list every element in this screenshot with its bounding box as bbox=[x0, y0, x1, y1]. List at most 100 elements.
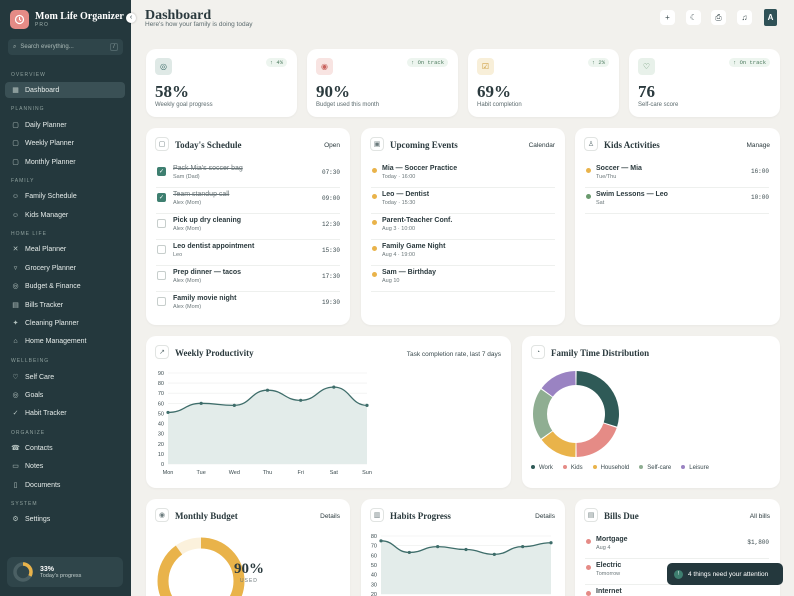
sidebar-item-bills-tracker[interactable]: ▤ Bills Tracker bbox=[5, 297, 125, 313]
search-input[interactable]: ⌕ Search everything... / bbox=[8, 39, 123, 55]
card-title: Bills Due bbox=[604, 511, 639, 521]
activity-days: Sat bbox=[596, 200, 605, 206]
sidebar-item-budget-finance[interactable]: ◎ Budget & Finance bbox=[5, 278, 125, 294]
avatar[interactable]: A bbox=[764, 9, 777, 26]
y-tick-label: 30 bbox=[371, 582, 377, 588]
stat-label: Self-care score bbox=[638, 102, 679, 108]
stat-card-habits: ☑ ↑ 2% 69% Habit completion bbox=[468, 49, 619, 117]
task-row[interactable]: Pick up dry cleaning Alex (Mom) 12:30 bbox=[156, 214, 340, 240]
bill-due: Tomorrow bbox=[596, 571, 621, 577]
event-row[interactable]: Sam — Birthday Aug 10 bbox=[371, 266, 555, 292]
calendar-link[interactable]: Calendar bbox=[529, 142, 555, 149]
theme-toggle-button[interactable]: ☾ bbox=[686, 10, 701, 25]
task-checkbox[interactable] bbox=[157, 219, 166, 228]
y-tick-label: 30 bbox=[158, 432, 164, 438]
sidebar-item-meal-planner[interactable]: ✕ Meal Planner bbox=[5, 241, 125, 257]
task-name: Prep dinner — tacos bbox=[173, 269, 242, 276]
sidebar-item-grocery-planner[interactable]: ▿ Grocery Planner bbox=[5, 260, 125, 276]
logo-icon bbox=[10, 10, 29, 29]
grid-icon: ▦ bbox=[12, 87, 19, 94]
x-tick-label: Tue bbox=[197, 470, 206, 476]
y-tick-label: 40 bbox=[371, 573, 377, 579]
printer-icon: ⎙ bbox=[715, 12, 722, 22]
sidebar-item-monthly-planner[interactable]: ▢ Monthly Planner bbox=[5, 154, 125, 170]
sidebar-item-documents[interactable]: ▯ Documents bbox=[5, 477, 125, 493]
utensils-icon: ✕ bbox=[12, 246, 19, 253]
stat-value: 69% bbox=[477, 82, 511, 101]
habits-chart: 20 30 40 50 60 70 80 bbox=[371, 534, 553, 596]
activity-row[interactable]: Swim Lessons — Leo Sat 10:00 bbox=[585, 188, 769, 214]
pie-slice bbox=[541, 431, 576, 457]
sidebar-item-kids-manager[interactable]: ☺ Kids Manager bbox=[5, 207, 125, 223]
notifications-button[interactable]: ♫ bbox=[737, 10, 752, 25]
search-icon: ⌕ bbox=[13, 43, 17, 50]
sidebar-item-cleaning-planner[interactable]: ✦ Cleaning Planner bbox=[5, 315, 125, 331]
legend-item: Leisure bbox=[681, 465, 709, 471]
pie-slice bbox=[576, 371, 619, 427]
stat-label: Budget used this month bbox=[316, 102, 380, 108]
events-card: ▣ Upcoming Events Calendar Mia — Soccer … bbox=[361, 128, 565, 325]
legend-label: Work bbox=[539, 465, 553, 471]
task-assignee: Alex (Mom) bbox=[173, 200, 202, 206]
task-name: Leo dentist appointment bbox=[173, 243, 255, 250]
stat-card-self-care: ♡ ↑ On track 76 Self-care score bbox=[629, 49, 780, 117]
stat-badge: ↑ 2% bbox=[587, 58, 609, 67]
sidebar-item-self-care[interactable]: ♡ Self Care bbox=[5, 369, 125, 385]
activity-days: Tue/Thu bbox=[596, 174, 617, 180]
event-row[interactable]: Mia — Soccer Practice Today · 16:00 bbox=[371, 162, 555, 188]
sidebar-item-notes[interactable]: ▭ Notes bbox=[5, 458, 125, 474]
open-schedule-link[interactable]: Open bbox=[324, 142, 340, 149]
card-title: Kids Activities bbox=[604, 140, 660, 150]
sidebar-item-habit-tracker[interactable]: ✓ Habit Tracker bbox=[5, 405, 125, 421]
y-tick-label: 0 bbox=[161, 462, 164, 468]
event-row[interactable]: Leo — Dentist Today · 15:30 bbox=[371, 188, 555, 214]
alert-icon: ! bbox=[674, 569, 683, 579]
attention-toast[interactable]: ! 4 things need your attention bbox=[667, 563, 783, 585]
y-tick-label: 60 bbox=[158, 401, 164, 407]
task-checkbox[interactable] bbox=[157, 297, 166, 306]
pie-slice bbox=[541, 371, 576, 397]
stat-badge: ↑ On track bbox=[728, 58, 770, 67]
add-button[interactable]: + bbox=[660, 10, 675, 25]
sidebar-item-weekly-planner[interactable]: ▢ Weekly Planner bbox=[5, 135, 125, 151]
task-row[interactable]: Prep dinner — tacos Alex (Mom) 17:30 bbox=[156, 266, 340, 292]
event-row[interactable]: Parent-Teacher Conf. Aug 3 · 10:00 bbox=[371, 214, 555, 240]
bill-row[interactable]: Mortgage Aug 4 $1,800 bbox=[585, 533, 769, 559]
task-row[interactable]: Leo dentist appointment Leo 15:30 bbox=[156, 240, 340, 266]
sidebar-item-goals[interactable]: ◎ Goals bbox=[5, 387, 125, 403]
sidebar-item-dashboard[interactable]: ▦ Dashboard bbox=[5, 82, 125, 98]
task-row[interactable]: ✓ Team standup call Alex (Mom) 09:00 bbox=[156, 188, 340, 214]
task-checkbox[interactable]: ✓ bbox=[157, 167, 166, 176]
manage-link[interactable]: Manage bbox=[747, 142, 771, 149]
print-button[interactable]: ⎙ bbox=[711, 10, 726, 25]
task-checkbox[interactable] bbox=[157, 271, 166, 280]
sidebar-item-family-schedule[interactable]: ☺ Family Schedule bbox=[5, 188, 125, 204]
data-point bbox=[521, 545, 525, 549]
sparkle-icon: ✦ bbox=[12, 320, 19, 327]
data-point bbox=[232, 403, 236, 407]
sidebar-item-contacts[interactable]: ☎ Contacts bbox=[5, 440, 125, 456]
bill-amount: $1,800 bbox=[747, 539, 769, 546]
sidebar-item-settings[interactable]: ⚙ Settings bbox=[5, 511, 125, 527]
sidebar-item-daily-planner[interactable]: ▢ Daily Planner bbox=[5, 117, 125, 133]
sidebar-item-home-management[interactable]: ⌂ Home Management bbox=[5, 333, 125, 349]
task-checkbox[interactable] bbox=[157, 245, 166, 254]
collapse-sidebar-button[interactable]: ‹ bbox=[126, 13, 136, 23]
kids-card: ♙ Kids Activities Manage Soccer — Mia Tue… bbox=[575, 128, 780, 325]
today-progress-value: 33% bbox=[40, 565, 55, 573]
budget-label: USED bbox=[240, 578, 258, 584]
task-row[interactable]: ✓ Pack Mia's soccer bag Sam (Dad) 07:30 bbox=[156, 162, 340, 188]
stat-card-budget: ◉ ↑ On track 90% Budget used this month bbox=[307, 49, 458, 117]
brand[interactable]: Mom Life Organizer PRO bbox=[10, 10, 124, 29]
activity-row[interactable]: Soccer — Mia Tue/Thu 16:00 bbox=[585, 162, 769, 188]
task-checkbox[interactable]: ✓ bbox=[157, 193, 166, 202]
data-point bbox=[299, 398, 303, 402]
bill-row[interactable]: Internet bbox=[585, 585, 769, 596]
all-bills-link[interactable]: All bills bbox=[750, 513, 770, 520]
task-row[interactable]: Family movie night Alex (Mom) 19:30 bbox=[156, 292, 340, 318]
child-icon: ♙ bbox=[584, 137, 598, 151]
stat-badge: ↑ 4% bbox=[265, 58, 287, 67]
legend-item: Household bbox=[592, 465, 629, 471]
event-when: Aug 4 · 19:00 bbox=[382, 252, 416, 258]
event-row[interactable]: Family Game Night Aug 4 · 19:00 bbox=[371, 240, 555, 266]
